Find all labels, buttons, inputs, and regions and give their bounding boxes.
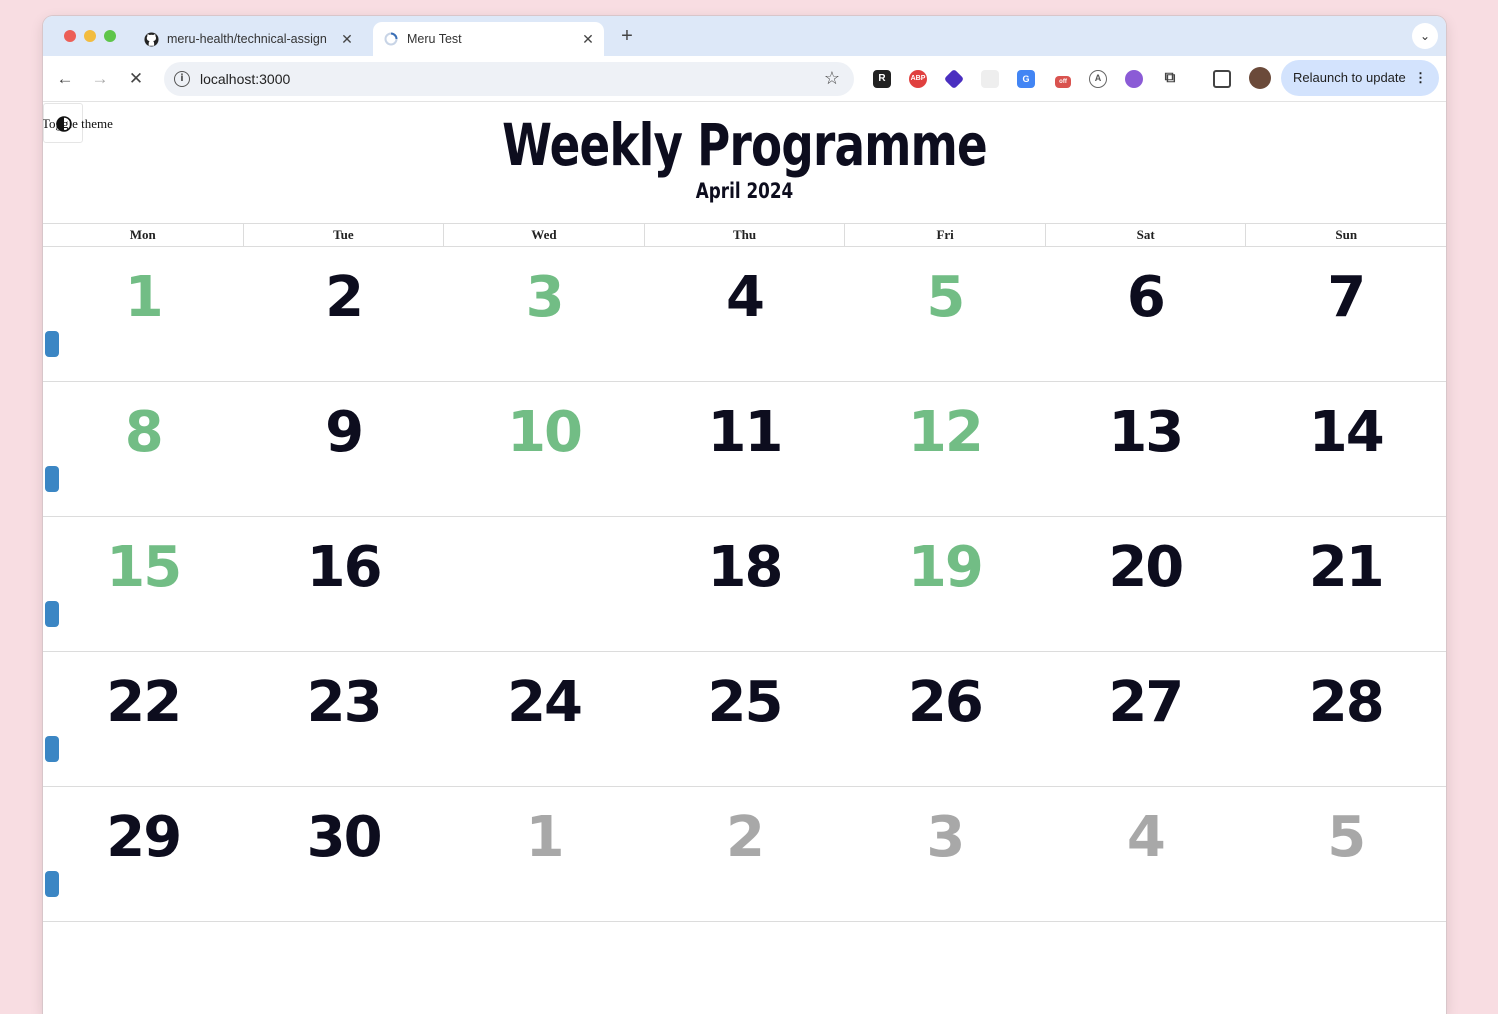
day-cell[interactable]: 27 [1045, 652, 1245, 786]
loading-spinner-icon [383, 31, 399, 47]
tab-github[interactable]: meru-health/technical-assign ✕ [133, 22, 363, 56]
day-cell[interactable]: 30 [243, 787, 443, 921]
day-cell[interactable]: 15 [43, 517, 243, 651]
new-tab-button[interactable]: + [615, 24, 639, 48]
day-cell[interactable]: 16 [243, 517, 443, 651]
weekday-sun: Sun [1335, 227, 1358, 242]
tab-title: meru-health/technical-assign [167, 32, 327, 46]
day-cell[interactable]: 8 [43, 382, 243, 516]
translate-icon[interactable]: G [1017, 70, 1035, 88]
profile-avatar[interactable] [1249, 67, 1271, 89]
tab-title: Meru Test [407, 32, 462, 46]
close-tab-icon[interactable]: ✕ [578, 31, 598, 48]
back-arrow-icon[interactable]: ← [53, 67, 77, 91]
day-cell[interactable]: 24 [444, 652, 644, 786]
extension-a-icon[interactable]: A [1089, 70, 1107, 88]
day-cell[interactable]: 13 [1045, 382, 1245, 516]
week-row: 22 23 24 25 26 27 28 [43, 652, 1446, 787]
site-info-icon[interactable]: i [174, 71, 190, 87]
bookmark-star-icon[interactable]: ☆ [824, 68, 840, 89]
week-marker[interactable] [45, 466, 59, 492]
extension-off-icon[interactable]: off [1055, 76, 1071, 88]
week-marker[interactable] [45, 871, 59, 897]
close-window-button[interactable] [64, 30, 76, 42]
theme-toggle-button[interactable]: Toggle theme [43, 103, 113, 143]
day-cell[interactable]: 6 [1045, 247, 1245, 381]
browser-window: meru-health/technical-assign ✕ Meru Test… [43, 16, 1446, 1014]
weekday-mon: Mon [43, 224, 244, 246]
menu-kebab-icon[interactable]: ⋮ [1414, 60, 1427, 96]
day-cell[interactable]: 23 [243, 652, 443, 786]
relaunch-to-update-button[interactable]: Relaunch to update ⋮ [1281, 60, 1439, 96]
calendar-grid: 1 2 3 4 5 6 7 8 9 10 11 12 13 14 15 16 18 19 20 21 22 23 24 25 2… [43, 247, 1446, 922]
week-row: 15 16 18 19 20 21 [43, 517, 1446, 652]
day-cell[interactable]: 18 [644, 517, 844, 651]
extension-diamond-icon[interactable] [943, 68, 965, 90]
url-text[interactable]: localhost:3000 [200, 71, 290, 87]
day-cell[interactable]: 7 [1246, 247, 1446, 381]
day-cell[interactable]: 4 [644, 247, 844, 381]
week-row: 1234567 [43, 247, 1446, 382]
address-bar[interactable]: i localhost:3000 ☆ [164, 62, 854, 96]
week-marker[interactable] [45, 601, 59, 627]
day-cell[interactable]: 12 [845, 382, 1045, 516]
day-cell[interactable]: 4 [1045, 787, 1245, 921]
day-cell[interactable]: 29 [43, 787, 243, 921]
day-cell[interactable]: 26 [845, 652, 1045, 786]
day-cell[interactable]: 3 [444, 247, 644, 381]
weekday-tue: Tue [244, 224, 445, 246]
close-tab-icon[interactable]: ✕ [337, 31, 357, 48]
weekday-sat: Sat [1046, 224, 1247, 246]
browser-toolbar: ← → ✕ i localhost:3000 ☆ R ABP G off A ⧉… [43, 56, 1446, 102]
day-cell[interactable]: 5 [845, 247, 1045, 381]
relaunch-label: Relaunch to update [1293, 70, 1406, 85]
day-cell[interactable]: 14 [1246, 382, 1446, 516]
tab-meru-test[interactable]: Meru Test ✕ [373, 22, 604, 56]
day-cell[interactable]: 10 [444, 382, 644, 516]
weekday-wed: Wed [444, 224, 645, 246]
day-cell[interactable]: 1 [444, 787, 644, 921]
zoom-window-button[interactable] [104, 30, 116, 42]
page-title: Weekly Programme [502, 111, 988, 179]
minimize-window-button[interactable] [84, 30, 96, 42]
day-cell[interactable]: 19 [845, 517, 1045, 651]
weekday-fri: Fri [845, 224, 1046, 246]
day-cell[interactable]: 2 [644, 787, 844, 921]
tab-bar: meru-health/technical-assign ✕ Meru Test… [43, 16, 1446, 56]
day-cell[interactable]: 28 [1246, 652, 1446, 786]
github-icon [143, 31, 159, 47]
day-cell[interactable] [444, 517, 644, 651]
extension-purple-icon[interactable] [1125, 70, 1143, 88]
day-cell[interactable]: 25 [644, 652, 844, 786]
weekday-header: Mon Tue Wed Thu Fri Sat Sun [43, 223, 1446, 247]
side-panel-icon[interactable] [1213, 70, 1231, 88]
extension-grid-icon[interactable] [981, 70, 999, 88]
stop-loading-icon[interactable]: ✕ [124, 67, 148, 91]
day-cell[interactable]: 11 [644, 382, 844, 516]
page-content: Toggle theme Weekly Programme April 2024… [43, 103, 1446, 1014]
day-cell[interactable]: 5 [1246, 787, 1446, 921]
day-cell[interactable]: 22 [43, 652, 243, 786]
day-cell[interactable]: 1 [43, 247, 243, 381]
extension-r-icon[interactable]: R [873, 70, 891, 88]
adblock-icon[interactable]: ABP [909, 70, 927, 88]
forward-arrow-icon[interactable]: → [88, 67, 112, 91]
theme-icon [56, 116, 72, 132]
month-label: April 2024 [695, 179, 794, 203]
day-cell[interactable]: 2 [243, 247, 443, 381]
weekday-thu: Thu [645, 224, 846, 246]
week-row: 29 30 1 2 3 4 5 [43, 787, 1446, 922]
day-cell[interactable]: 20 [1045, 517, 1245, 651]
day-cell[interactable]: 21 [1246, 517, 1446, 651]
day-cell[interactable]: 9 [243, 382, 443, 516]
tab-search-chevron-icon[interactable]: ⌄ [1412, 23, 1438, 49]
week-marker[interactable] [45, 331, 59, 357]
day-cell[interactable]: 3 [845, 787, 1045, 921]
week-row: 8 9 10 11 12 13 14 [43, 382, 1446, 517]
extensions-puzzle-icon[interactable]: ⧉ [1161, 70, 1179, 88]
week-marker[interactable] [45, 736, 59, 762]
